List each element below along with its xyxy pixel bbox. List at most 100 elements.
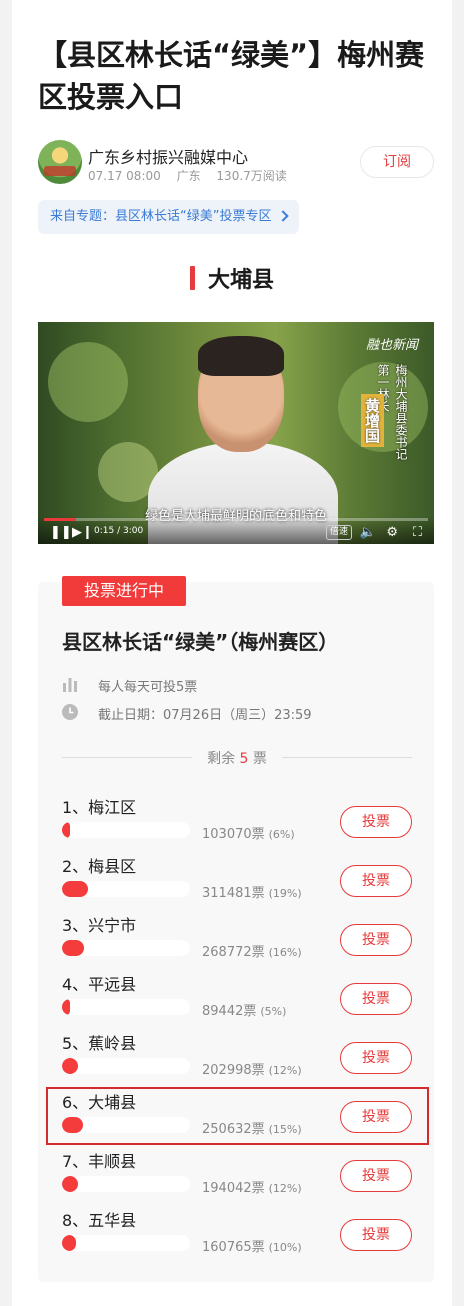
- author-bar: 广东乡村振兴融媒中心 07.17 08:00 广东 130.7万阅读 订阅: [38, 140, 438, 186]
- caption-name: 黄增国: [361, 394, 384, 447]
- next-icon[interactable]: ▶❙: [72, 525, 93, 541]
- vote-count-value: 103070票: [202, 827, 265, 842]
- vote-progress-fill: [62, 1235, 76, 1251]
- subscribe-button[interactable]: 订阅: [360, 146, 434, 178]
- vote-item-name: 1、梅江区: [62, 798, 137, 817]
- vote-progress-fill: [62, 1058, 78, 1074]
- author-avatar[interactable]: [38, 140, 82, 184]
- vote-progress-track: [62, 999, 190, 1015]
- vote-percentage: (12%): [268, 1182, 302, 1195]
- vote-progress-fill: [62, 999, 70, 1015]
- vote-item-name: 4、平远县: [62, 975, 137, 994]
- vote-button[interactable]: 投票: [340, 1042, 412, 1074]
- remaining-prefix: 剩余: [207, 751, 236, 767]
- vote-percentage: (19%): [268, 887, 302, 900]
- vote-title: 县区林长话“绿美”（梅州赛区）: [62, 630, 339, 654]
- remaining-suffix: 票: [252, 751, 267, 767]
- speed-button[interactable]: 倍速: [325, 525, 352, 540]
- read-count: 130.7万阅读: [216, 169, 287, 183]
- topic-link[interactable]: 来自专题：县区林长话“绿美”投票专区: [38, 200, 300, 234]
- section-title: 大埔县: [208, 268, 275, 293]
- volume-icon[interactable]: 🔈: [360, 525, 376, 541]
- section-heading: 大埔县: [12, 262, 452, 294]
- video-watermark: 融也新闻: [365, 338, 418, 353]
- vote-item: 3、兴宁市 268772票 (16%) 投票: [62, 912, 412, 968]
- vote-item: 1、梅江区 103070票 (6%) 投票: [62, 794, 412, 850]
- section-accent-bar: [189, 266, 195, 290]
- caption-title: 梅州大埔县委书记: [394, 364, 408, 460]
- vote-count: 268772票 (16%): [202, 941, 302, 960]
- video-progress-fill: [44, 518, 76, 521]
- vote-progress-track: [62, 822, 190, 838]
- vote-progress-fill: [62, 822, 70, 838]
- publish-location: 广东: [176, 169, 201, 183]
- chevron-right-icon: [277, 210, 290, 222]
- settings-icon[interactable]: ⚙: [386, 525, 398, 541]
- vote-progress-fill: [62, 881, 88, 897]
- vote-count: 89442票 (5%): [202, 1000, 286, 1019]
- vote-card: 投票进行中 县区林长话“绿美”（梅州赛区） 每人每天可投5票 截止日期：07月2…: [38, 576, 434, 1282]
- vote-count-value: 202998票: [202, 1063, 265, 1078]
- speaker-hair: [198, 336, 284, 376]
- vote-button[interactable]: 投票: [340, 865, 412, 897]
- vote-item: 5、蕉岭县 202998票 (12%) 投票: [62, 1030, 412, 1086]
- article-title: 【县区林长话“绿美”】梅州赛区投票入口: [38, 38, 425, 114]
- background-bokeh: [48, 342, 128, 422]
- vote-rule-text: 每人每天可投5票: [98, 680, 198, 695]
- remaining-count: 5: [239, 751, 249, 767]
- publish-date: 07.17 08:00: [88, 169, 161, 183]
- vote-item: 4、平远县 89442票 (5%) 投票: [62, 971, 412, 1027]
- vote-progress-track: [62, 1058, 190, 1074]
- vote-progress-track: [62, 881, 190, 897]
- clock-icon: [62, 704, 78, 720]
- vote-percentage: (5%): [260, 1005, 287, 1018]
- vote-percentage: (12%): [268, 1064, 302, 1077]
- vote-percentage: (6%): [268, 828, 295, 841]
- vote-progress-track: [62, 1176, 190, 1192]
- vote-count: 160765票 (10%): [202, 1236, 302, 1255]
- vote-item-name: 8、五华县: [62, 1211, 137, 1230]
- vote-count-value: 89442票: [202, 1004, 257, 1019]
- vote-percentage: (10%): [268, 1241, 302, 1254]
- vote-item-name: 3、兴宁市: [62, 916, 137, 935]
- vote-button[interactable]: 投票: [340, 983, 412, 1015]
- bar-chart-icon: [63, 678, 77, 692]
- selected-item-highlight: [46, 1087, 429, 1145]
- vote-item-name: 5、蕉岭县: [62, 1034, 137, 1053]
- vote-progress-fill: [62, 940, 84, 956]
- vote-progress-track: [62, 940, 190, 956]
- vote-button[interactable]: 投票: [340, 924, 412, 956]
- vote-count: 103070票 (6%): [202, 823, 295, 842]
- vote-count: 202998票 (12%): [202, 1059, 302, 1078]
- vote-item-name: 2、梅县区: [62, 857, 137, 876]
- article-meta: 07.17 08:00 广东 130.7万阅读: [88, 167, 299, 184]
- vote-count: 194042票 (12%): [202, 1177, 302, 1196]
- vote-status-badge: 投票进行中: [62, 576, 186, 606]
- video-controls: ❚❚ ▶❙ 0:15 / 3:00 倍速 🔈 ⚙ ⛶: [38, 516, 434, 544]
- article-page: 【县区林长话“绿美”】梅州赛区投票入口 广东乡村振兴融媒中心 07.17 08:…: [12, 0, 452, 1306]
- vote-progress-fill: [62, 1176, 78, 1192]
- remaining-votes: 剩余 5 票: [62, 748, 412, 768]
- vote-percentage: (16%): [268, 946, 302, 959]
- vote-button[interactable]: 投票: [340, 1160, 412, 1192]
- vote-item: 2、梅县区 311481票 (19%) 投票: [62, 853, 412, 909]
- vote-count: 311481票 (19%): [202, 882, 302, 901]
- author-name[interactable]: 广东乡村振兴融媒中心: [88, 144, 248, 168]
- vote-item: 7、丰顺县 194042票 (12%) 投票: [62, 1148, 412, 1204]
- video-player[interactable]: 融也新闻 梅州大埔县委书记 第一林长 黄增国 绿色是大埔最鲜明的底色和特色 ❚❚…: [38, 322, 434, 544]
- video-progress-bar[interactable]: [44, 518, 428, 521]
- video-time: 0:15 / 3:00: [94, 526, 144, 536]
- vote-item: 8、五华县 160765票 (10%) 投票: [62, 1207, 412, 1263]
- vote-count-value: 194042票: [202, 1181, 265, 1196]
- vote-button[interactable]: 投票: [340, 806, 412, 838]
- pause-icon[interactable]: ❚❚: [50, 525, 72, 541]
- fullscreen-icon[interactable]: ⛶: [413, 525, 422, 541]
- vote-deadline-text: 截止日期：07月26日（周三）23:59: [98, 708, 312, 723]
- vote-progress-track: [62, 1235, 190, 1251]
- vote-count-value: 311481票: [202, 886, 265, 901]
- vote-count-value: 160765票: [202, 1240, 265, 1255]
- vote-button[interactable]: 投票: [340, 1219, 412, 1251]
- vote-count-value: 268772票: [202, 945, 265, 960]
- vote-item-name: 7、丰顺县: [62, 1152, 137, 1171]
- topic-label: 来自专题：县区林长话“绿美”投票专区: [50, 209, 272, 224]
